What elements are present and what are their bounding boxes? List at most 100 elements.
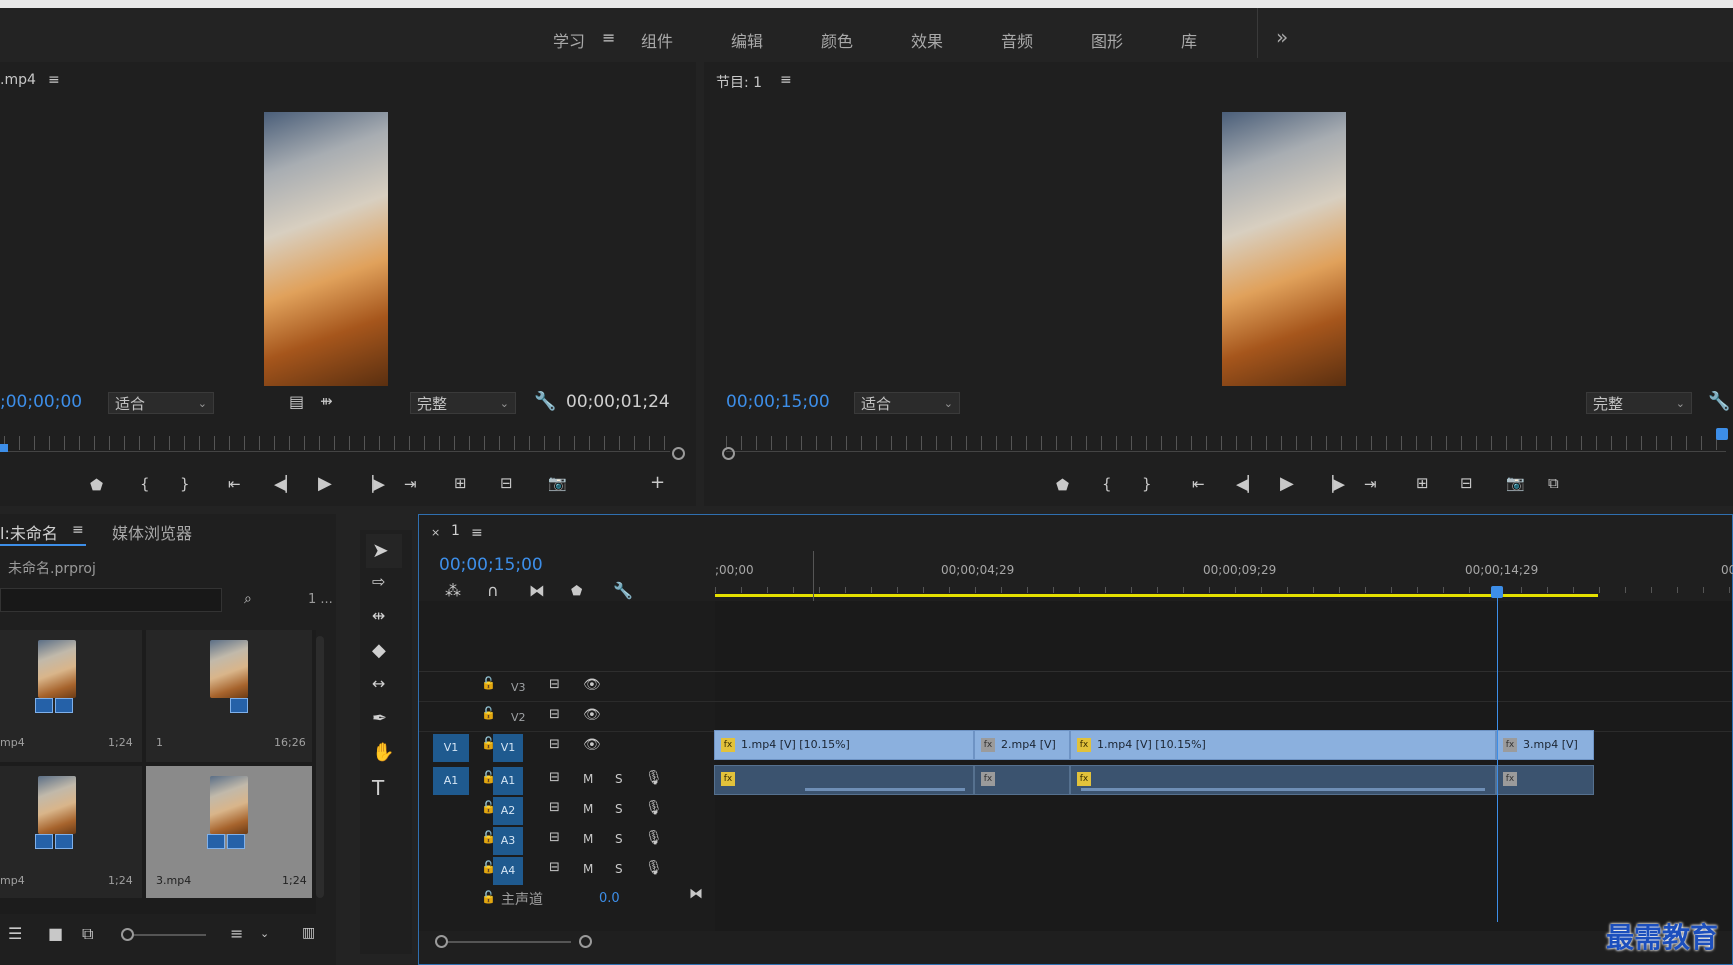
work-area-bar[interactable] bbox=[715, 594, 1598, 597]
comparison-view-icon[interactable]: ⧉ bbox=[1548, 474, 1559, 492]
insert-icon[interactable]: ⊞ bbox=[454, 474, 467, 492]
sync-lock-icon[interactable]: ⊟ bbox=[549, 861, 560, 874]
video-clip[interactable]: fx 1.mp4 [V] [10.15%] bbox=[1070, 730, 1496, 760]
add-marker-icon[interactable]: ⬟ bbox=[571, 585, 582, 598]
sync-lock-icon[interactable]: ⊟ bbox=[549, 738, 560, 751]
source-zoom-handle[interactable] bbox=[672, 447, 685, 460]
mute-button[interactable]: M bbox=[583, 863, 593, 875]
drag-video-icon[interactable]: ▤ bbox=[289, 394, 304, 410]
timeline-horizontal-scrollbar[interactable] bbox=[437, 941, 571, 943]
source-quality-dropdown[interactable]: 完整 ⌄ bbox=[410, 392, 516, 414]
timeline-playhead-handle[interactable] bbox=[1491, 586, 1503, 598]
add-marker-icon[interactable]: ⬟ bbox=[1056, 476, 1069, 494]
mark-in-icon[interactable]: { bbox=[140, 475, 150, 493]
step-back-icon[interactable]: ◀▏ bbox=[1236, 475, 1259, 493]
button-editor-icon[interactable]: + bbox=[650, 472, 665, 493]
timeline-scroll-handle-left[interactable] bbox=[435, 935, 448, 948]
timeline-tab[interactable]: 1 bbox=[451, 523, 460, 539]
solo-button[interactable]: S bbox=[615, 863, 623, 875]
sync-lock-icon[interactable]: ⊟ bbox=[549, 708, 560, 721]
track-target-a4[interactable]: A4 bbox=[493, 857, 523, 885]
video-clip[interactable]: fx 2.mp4 [V] bbox=[974, 730, 1070, 760]
panel-menu-icon[interactable]: ≡ bbox=[780, 73, 792, 87]
project-item[interactable]: mp4 1;24 bbox=[0, 766, 142, 898]
chevron-down-icon[interactable]: ⌄ bbox=[260, 928, 269, 939]
panel-menu-icon[interactable]: ≡ bbox=[471, 526, 483, 540]
audio-clip[interactable]: fx bbox=[1070, 765, 1496, 795]
export-frame-icon[interactable]: 📷 bbox=[548, 474, 567, 492]
source-scrub-bar[interactable] bbox=[0, 451, 670, 452]
automate-to-sequence-icon[interactable]: ▥ bbox=[302, 926, 315, 940]
sync-lock-icon[interactable]: ⊟ bbox=[549, 771, 560, 784]
source-monitor-title[interactable]: .mp4 bbox=[0, 72, 36, 88]
workspace-tab-learn[interactable]: 学习 bbox=[553, 28, 585, 52]
export-frame-icon[interactable]: 📷 bbox=[1506, 474, 1525, 492]
mark-out-icon[interactable]: } bbox=[180, 475, 190, 493]
workspace-tab-assembly[interactable]: 组件 bbox=[641, 28, 673, 52]
play-icon[interactable]: ▶ bbox=[1280, 473, 1294, 494]
list-view-icon[interactable]: ☰ bbox=[8, 926, 22, 942]
sync-lock-icon[interactable]: ⊟ bbox=[549, 678, 560, 691]
freeform-view-icon[interactable]: ⧉ bbox=[82, 926, 93, 942]
go-to-in-icon[interactable]: ⇤ bbox=[228, 475, 241, 493]
slip-tool-icon[interactable]: ↔ bbox=[372, 674, 385, 693]
step-forward-icon[interactable]: ▕▶ bbox=[362, 475, 385, 493]
workspace-menu-icon[interactable]: ≡ bbox=[602, 30, 615, 46]
zoom-slider[interactable] bbox=[122, 934, 206, 936]
workspace-tab-effects[interactable]: 效果 bbox=[911, 28, 943, 52]
track-target-v1[interactable]: V1 bbox=[493, 734, 523, 762]
mute-button[interactable]: M bbox=[583, 773, 593, 785]
workspace-tab-graphics[interactable]: 图形 bbox=[1091, 28, 1123, 52]
close-icon[interactable]: × bbox=[431, 527, 440, 538]
ripple-edit-tool-icon[interactable]: ⇹ bbox=[372, 606, 385, 625]
go-to-out-icon[interactable]: ⇥ bbox=[404, 475, 417, 493]
zoom-slider-handle[interactable] bbox=[121, 928, 134, 941]
mark-in-icon[interactable]: { bbox=[1102, 475, 1112, 493]
lock-icon[interactable]: 🔓 bbox=[481, 677, 496, 689]
audio-clip[interactable]: fx bbox=[714, 765, 974, 795]
step-back-icon[interactable]: ◀▏ bbox=[274, 475, 297, 493]
overwrite-icon[interactable]: ⊟ bbox=[500, 474, 513, 492]
project-item[interactable]: 1 16;26 bbox=[146, 630, 312, 762]
master-volume-value[interactable]: 0.0 bbox=[599, 891, 620, 906]
solo-button[interactable]: S bbox=[615, 803, 623, 815]
microphone-icon[interactable]: 🎙 bbox=[645, 801, 663, 815]
pen-tool-icon[interactable]: ✒ bbox=[372, 708, 387, 729]
source-playhead[interactable] bbox=[0, 444, 8, 452]
workspace-tab-editing[interactable]: 编辑 bbox=[731, 28, 763, 52]
source-patch-a1[interactable]: A1 bbox=[433, 767, 469, 795]
track-target-a3[interactable]: A3 bbox=[493, 827, 523, 855]
program-zoom-handle[interactable] bbox=[722, 447, 735, 460]
step-forward-icon[interactable]: ▕▶ bbox=[1322, 475, 1345, 493]
panel-menu-icon[interactable]: ≡ bbox=[48, 73, 60, 87]
hand-tool-icon[interactable]: ✋ bbox=[372, 742, 394, 763]
project-scrollbar[interactable] bbox=[316, 636, 324, 898]
timeline-timecode[interactable]: 00;00;15;00 bbox=[439, 555, 543, 575]
program-scrub-bar[interactable] bbox=[726, 451, 1726, 452]
microphone-icon[interactable]: 🎙 bbox=[645, 831, 663, 845]
program-time-ruler[interactable] bbox=[726, 436, 1726, 450]
program-quality-dropdown[interactable]: 完整 ⌄ bbox=[1586, 392, 1692, 414]
microphone-icon[interactable]: 🎙 bbox=[645, 861, 663, 875]
solo-button[interactable]: S bbox=[615, 833, 623, 845]
mute-button[interactable]: M bbox=[583, 833, 593, 845]
video-clip[interactable]: fx 3.mp4 [V] bbox=[1496, 730, 1594, 760]
solo-button[interactable]: S bbox=[615, 773, 623, 785]
master-meter-toggle-icon[interactable]: ⧓ bbox=[689, 887, 703, 901]
workspace-overflow-icon[interactable]: » bbox=[1276, 25, 1288, 49]
track-target-a2[interactable]: A2 bbox=[493, 797, 523, 825]
wrench-icon[interactable]: 🔧 bbox=[1708, 393, 1730, 411]
source-timecode[interactable]: ;00;00;00 bbox=[0, 392, 82, 412]
workspace-tab-audio[interactable]: 音频 bbox=[1001, 28, 1033, 52]
go-to-in-icon[interactable]: ⇤ bbox=[1192, 475, 1205, 493]
wrench-icon[interactable]: 🔧 bbox=[534, 393, 556, 411]
play-icon[interactable]: ▶ bbox=[318, 473, 332, 494]
eye-icon[interactable]: 👁 bbox=[583, 708, 601, 722]
timeline-scroll-handle-right[interactable] bbox=[579, 935, 592, 948]
track-target-a1[interactable]: A1 bbox=[493, 767, 523, 795]
audio-clip[interactable]: fx bbox=[974, 765, 1070, 795]
snap-icon[interactable]: ∩ bbox=[487, 583, 499, 599]
eye-icon[interactable]: 👁 bbox=[583, 678, 601, 692]
workspace-tab-color[interactable]: 颜色 bbox=[821, 28, 853, 52]
lock-icon[interactable]: 🔓 bbox=[481, 891, 496, 903]
